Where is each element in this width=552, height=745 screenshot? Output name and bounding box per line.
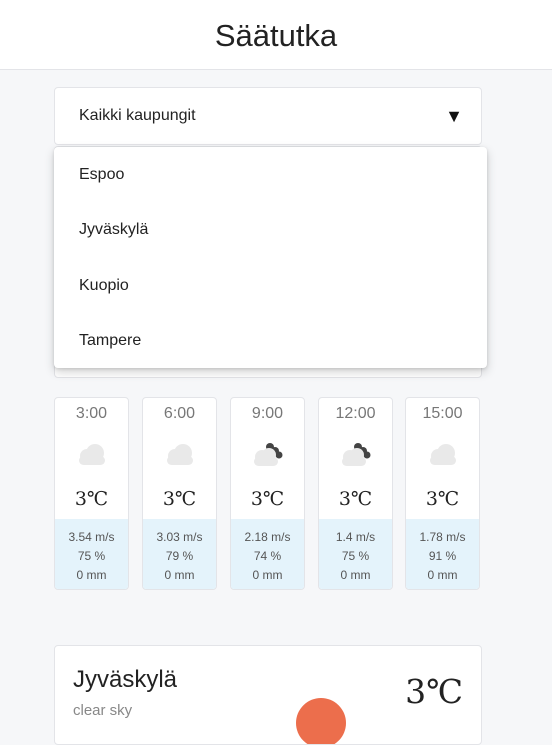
forecast-card-6: 6:00 3℃ 3.03 m/s 79 % 0 mm xyxy=(142,397,217,590)
forecast-temp: 3℃ xyxy=(250,488,285,510)
city-weather-card: Jyväskylä clear sky 3℃ xyxy=(54,645,482,745)
forecast-temp: 3℃ xyxy=(162,488,197,510)
cloud-icon xyxy=(78,444,105,465)
forecast-precip: 0 mm xyxy=(76,568,107,582)
sun-icon xyxy=(296,698,346,744)
forecast-temp: 3℃ xyxy=(425,488,460,510)
city-dropdown-menu: Espoo Jyväskylä Kuopio Tampere xyxy=(54,147,487,368)
dropdown-option-tampere[interactable]: Tampere xyxy=(54,314,487,370)
dark-cloud-icon xyxy=(253,443,282,466)
forecast-humidity: 79 % xyxy=(165,549,194,563)
forecast-humidity: 75 % xyxy=(341,549,370,563)
forecast-details: 3.03 m/s 79 % 0 mm xyxy=(143,519,216,589)
forecast-details: 3.54 m/s 75 % 0 mm xyxy=(55,519,128,589)
forecast-humidity: 91 % xyxy=(428,549,457,563)
dropdown-option-kuopio[interactable]: Kuopio xyxy=(54,258,487,314)
city-select[interactable]: Kaikki kaupungit ▼ xyxy=(54,87,482,145)
forecast-details: 1.4 m/s 75 % 0 mm xyxy=(319,519,392,589)
dropdown-option-jyvaskyla[interactable]: Jyväskylä xyxy=(54,203,487,259)
city-name: Jyväskylä xyxy=(73,666,178,693)
forecast-precip: 0 mm xyxy=(427,568,458,582)
weather-description: clear sky xyxy=(73,702,133,719)
forecast-precip: 0 mm xyxy=(252,568,283,582)
forecast-humidity: 75 % xyxy=(77,549,106,563)
app-header: Säätutka xyxy=(0,0,552,70)
caret-down-icon: ▼ xyxy=(445,105,463,126)
forecast-card-9: 9:00 3℃ 2.18 m/s 74 % 0 mm xyxy=(230,397,305,590)
forecast-time: 3:00 xyxy=(75,405,108,422)
forecast-wind: 1.78 m/s xyxy=(419,530,466,544)
forecast-humidity: 74 % xyxy=(253,549,282,563)
forecast-precip: 0 mm xyxy=(164,568,195,582)
forecast-wind: 1.4 m/s xyxy=(335,530,376,544)
forecast-details: 2.18 m/s 74 % 0 mm xyxy=(231,519,304,589)
forecast-card-12: 12:00 3℃ 1.4 m/s 75 % 0 mm xyxy=(318,397,393,590)
forecast-wind: 3.54 m/s xyxy=(68,530,115,544)
city-temperature: 3℃ xyxy=(405,672,463,711)
forecast-temp: 3℃ xyxy=(338,488,373,510)
city-select-value: Kaikki kaupungit xyxy=(79,107,196,124)
cloud-icon xyxy=(166,444,193,465)
cloud-icon xyxy=(429,444,456,465)
forecast-temp: 3℃ xyxy=(74,488,109,510)
forecast-card-15: 15:00 3℃ 1.78 m/s 91 % 0 mm xyxy=(405,397,480,590)
forecast-wind: 2.18 m/s xyxy=(244,530,291,544)
forecast-details: 1.78 m/s 91 % 0 mm xyxy=(406,519,479,589)
forecast-time: 15:00 xyxy=(422,405,463,422)
forecast-precip: 0 mm xyxy=(340,568,371,582)
dark-cloud-icon xyxy=(341,443,370,466)
forecast-time: 12:00 xyxy=(335,405,376,422)
app-title: Säätutka xyxy=(214,17,338,53)
forecast-time: 6:00 xyxy=(163,405,196,422)
dropdown-option-espoo[interactable]: Espoo xyxy=(54,147,487,203)
forecast-time: 9:00 xyxy=(251,405,284,422)
forecast-wind: 3.03 m/s xyxy=(156,530,203,544)
forecast-card-3: 3:00 3℃ 3.54 m/s 75 % 0 mm xyxy=(54,397,129,590)
